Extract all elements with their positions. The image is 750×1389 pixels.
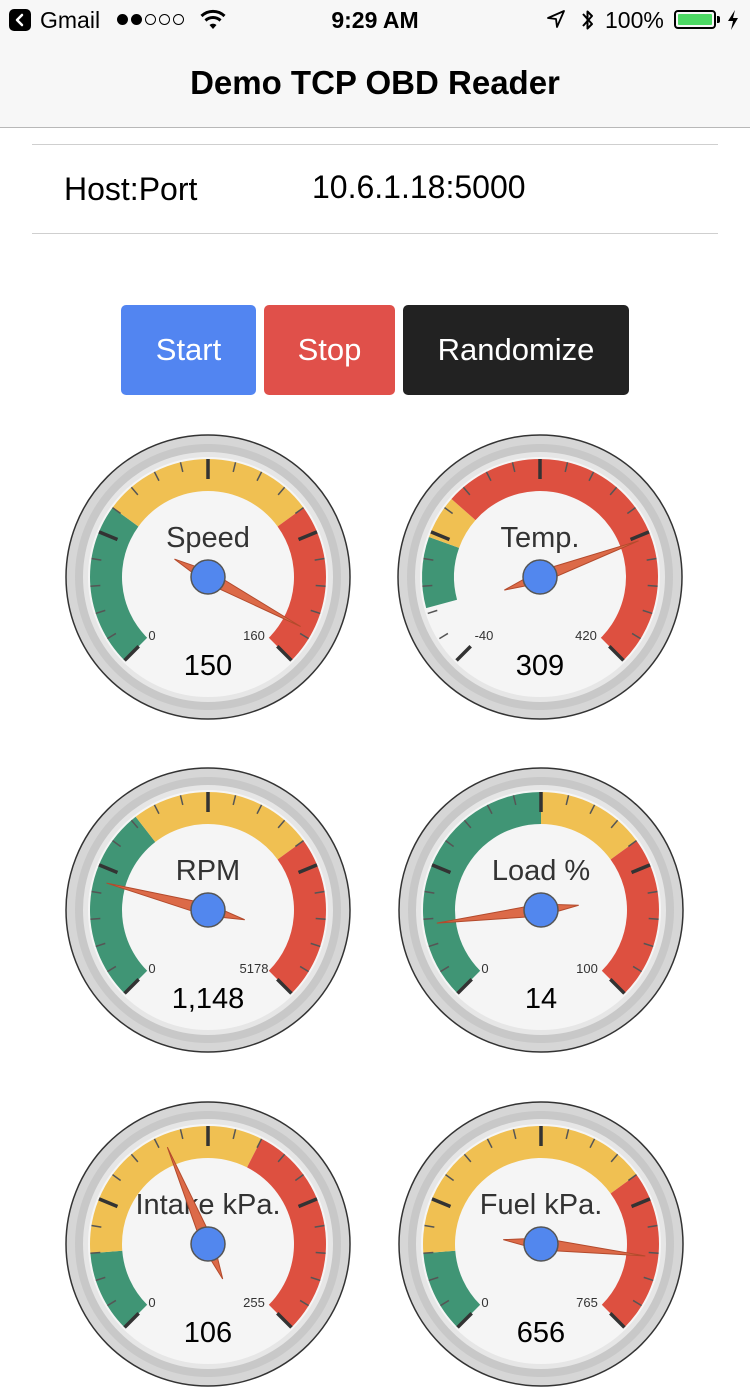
- gauge-hub: [190, 892, 226, 928]
- gauge-minor-tick: [423, 1251, 434, 1255]
- gauge-value: 309: [516, 650, 564, 682]
- gauge-minor-tick: [648, 917, 659, 921]
- gauge-value: 150: [184, 650, 232, 682]
- host-port-input[interactable]: [312, 169, 672, 206]
- charging-bolt-icon: [728, 10, 738, 30]
- gauge-max-label: 765: [576, 1295, 598, 1310]
- gauge-min-label: 0: [148, 1295, 155, 1310]
- gauge-minor-tick: [315, 584, 326, 588]
- gauge-title: Temp.: [501, 522, 580, 554]
- gauge-minor-tick: [423, 917, 434, 921]
- gauge-hub: [523, 1226, 559, 1262]
- gauge-value: 656: [517, 1317, 565, 1349]
- gauge-minor-tick: [315, 917, 326, 921]
- gauge-max-label: 5178: [240, 961, 269, 976]
- status-bar: Gmail 9:29 AM 100%: [0, 0, 750, 40]
- location-arrow-icon: [547, 10, 565, 28]
- gauge-min-label: 0: [481, 961, 488, 976]
- speed-gauge: Speed 0 160 150: [63, 432, 353, 722]
- gauge-min-label: 0: [481, 1295, 488, 1310]
- fuel-kpa-gauge: Fuel kPa. 0 765 656: [396, 1099, 686, 1389]
- randomize-button[interactable]: Randomize: [403, 305, 629, 395]
- gauge-value: 14: [525, 983, 557, 1015]
- start-button[interactable]: Start: [121, 305, 256, 395]
- gauge-minor-tick: [90, 1251, 101, 1255]
- stop-button[interactable]: Stop: [264, 305, 395, 395]
- gauge-title: Fuel kPa.: [480, 1189, 603, 1221]
- temp-gauge: Temp. -40 420 309: [395, 432, 685, 722]
- gauge-max-label: 255: [243, 1295, 265, 1310]
- page-title: Demo TCP OBD Reader: [190, 64, 560, 101]
- navigation-bar: Demo TCP OBD Reader: [0, 40, 750, 128]
- gauge-minor-tick: [90, 917, 101, 921]
- gauge-min-label: 0: [148, 961, 155, 976]
- gauge-minor-tick: [648, 1251, 659, 1255]
- gauge-max-label: 160: [243, 628, 265, 643]
- battery-tip: [717, 16, 720, 23]
- gauge-title: Load %: [492, 855, 590, 887]
- gauge-hub: [190, 1226, 226, 1262]
- gauge-max-label: 100: [576, 961, 598, 976]
- gauge-value: 1,148: [172, 983, 245, 1015]
- host-port-label: Host:Port: [64, 171, 198, 207]
- gauge-max-label: 420: [575, 628, 597, 643]
- gauge-minor-tick: [315, 1251, 326, 1255]
- gauge-hub: [522, 559, 558, 595]
- gauge-minor-tick: [422, 584, 433, 588]
- load-gauge: Load % 0 100 14: [396, 765, 686, 1055]
- gauge-min-label: 0: [148, 628, 155, 643]
- gauge-value: 106: [184, 1317, 232, 1349]
- host-port-row: Host:Port: [32, 144, 718, 234]
- intake-kpa-gauge: Intake kPa. 0 255 106: [63, 1099, 353, 1389]
- gauge-minor-tick: [647, 584, 658, 588]
- battery-icon: [674, 10, 716, 29]
- gauge-minor-tick: [90, 584, 101, 588]
- battery-percent: 100%: [605, 7, 664, 33]
- gauge-band-green: [422, 537, 460, 609]
- gauge-title: Speed: [166, 522, 250, 554]
- gauge-title: RPM: [176, 855, 240, 887]
- gauge-title: Intake kPa.: [135, 1189, 280, 1221]
- gauge-min-label: -40: [475, 628, 494, 643]
- bluetooth-icon: [582, 10, 593, 30]
- gauge-hub: [190, 559, 226, 595]
- gauge-hub: [523, 892, 559, 928]
- rpm-gauge: RPM 0 5178 1,148: [63, 765, 353, 1055]
